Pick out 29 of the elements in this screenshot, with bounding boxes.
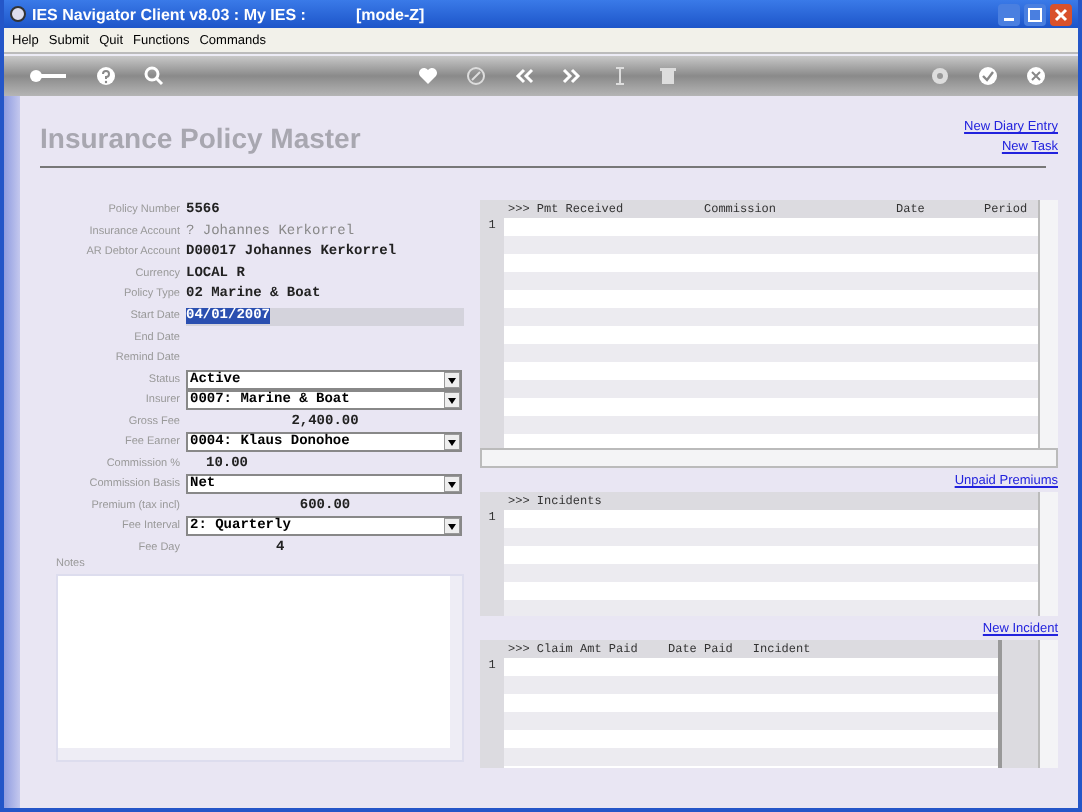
- scrollbar[interactable]: [480, 448, 1058, 468]
- notes-field[interactable]: [56, 574, 464, 763]
- mode-label: [mode-Z]: [355, 5, 425, 23]
- heart-icon[interactable]: [417, 66, 437, 86]
- dropdown-arrow-icon[interactable]: [444, 518, 460, 535]
- scrollbar[interactable]: [58, 748, 462, 761]
- double-right-icon[interactable]: [561, 66, 581, 86]
- check-icon[interactable]: [978, 66, 998, 86]
- scrollbar[interactable]: [1038, 200, 1058, 448]
- circle-icon[interactable]: [465, 66, 485, 86]
- scrollbar[interactable]: [1038, 640, 1058, 768]
- cancel-icon[interactable]: [1026, 66, 1046, 86]
- dropdown-arrow-icon[interactable]: [444, 476, 460, 493]
- trash-icon[interactable]: [657, 66, 677, 86]
- dropdown-arrow-icon[interactable]: [444, 371, 460, 388]
- search-icon[interactable]: [144, 66, 164, 86]
- help-icon[interactable]: [96, 66, 116, 86]
- close-icon[interactable]: [1050, 3, 1072, 25]
- page-title: Insurance Policy Master: [40, 121, 361, 153]
- dropdown-arrow-icon[interactable]: [444, 392, 460, 409]
- double-left-icon[interactable]: [513, 66, 533, 86]
- key-icon[interactable]: [28, 66, 68, 86]
- app-icon[interactable]: [10, 6, 26, 22]
- scrollbar[interactable]: [1038, 492, 1058, 616]
- minimize-icon[interactable]: [998, 3, 1020, 25]
- window-title: IES Navigator Client v8.03 : My IES :: [32, 5, 306, 23]
- maximize-icon[interactable]: [1024, 3, 1046, 25]
- dropdown-arrow-icon[interactable]: [444, 434, 460, 451]
- scrollbar[interactable]: [450, 576, 462, 749]
